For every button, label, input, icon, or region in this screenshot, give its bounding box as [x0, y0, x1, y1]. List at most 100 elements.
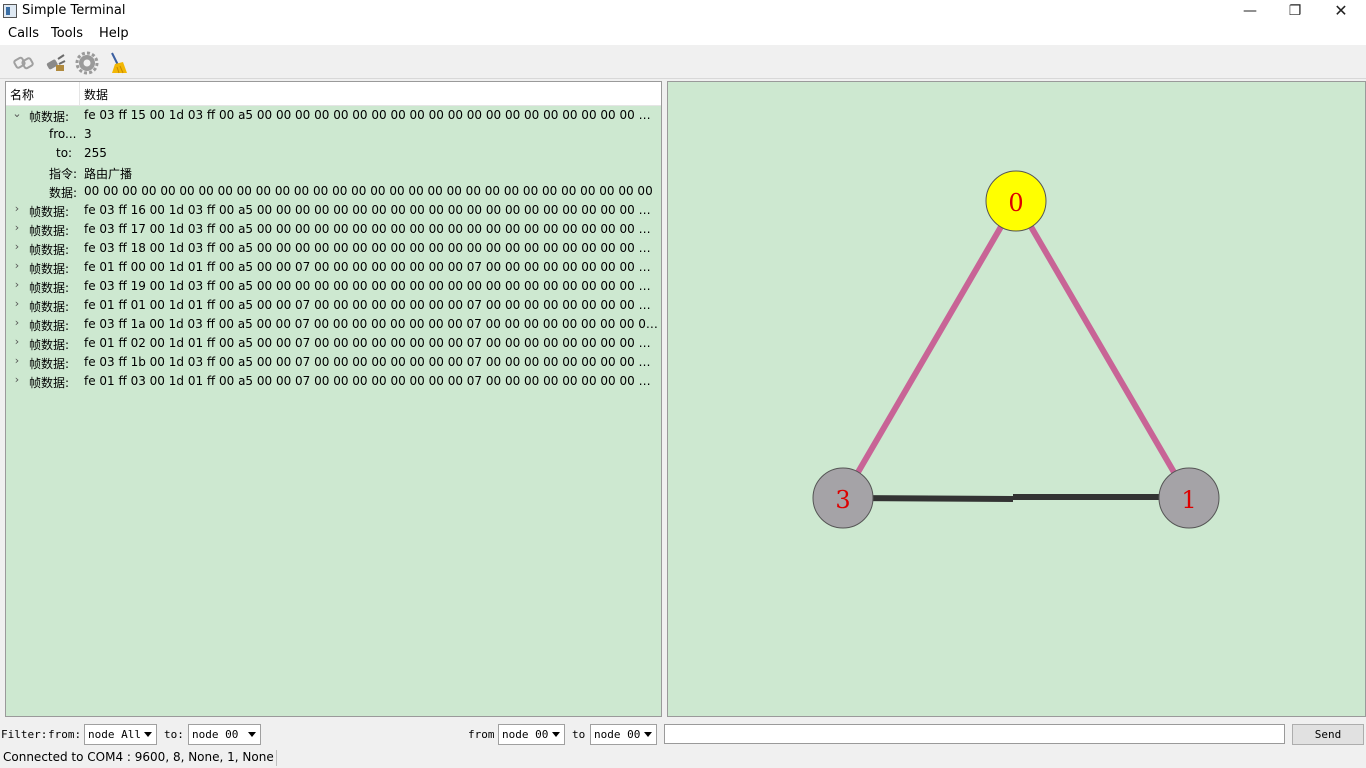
- tree-row[interactable]: › 帧数据: fe 03 ff 1a 00 1d 03 ff 00 a5 00 …: [6, 315, 661, 334]
- window-title: Simple Terminal: [22, 3, 126, 18]
- row-label: 帧数据:: [29, 357, 70, 371]
- app-icon: [3, 4, 17, 18]
- row-label: 帧数据:: [29, 376, 70, 390]
- tree-child-row[interactable]: 数据: 00 00 00 00 00 00 00 00 00 00 00 00 …: [6, 182, 661, 201]
- tree-row[interactable]: › 帧数据: fe 03 ff 19 00 1d 03 ff 00 a5 00 …: [6, 277, 661, 296]
- send-to-label: to: [572, 728, 586, 741]
- child-value: 00 00 00 00 00 00 00 00 00 00 00 00 00 0…: [84, 184, 653, 198]
- row-value: fe 03 ff 19 00 1d 03 ff 00 a5 00 00 00 0…: [84, 279, 658, 293]
- filter-from-value: node All: [88, 728, 141, 741]
- connect-icon[interactable]: [12, 51, 36, 75]
- chevron-right-icon[interactable]: ›: [11, 259, 23, 275]
- filter-label: Filter:: [1, 728, 48, 741]
- row-label: 帧数据:: [29, 262, 70, 276]
- send-from-label: from: [468, 728, 495, 741]
- send-to-value: node 00: [594, 728, 641, 741]
- send-button[interactable]: Send: [1292, 724, 1364, 745]
- column-separator: [79, 82, 80, 106]
- column-header-data[interactable]: 数据: [84, 86, 108, 103]
- tree-row-expanded[interactable]: ⌄ 帧数据: fe 03 ff 15 00 1d 03 ff 00 a5 00 …: [6, 106, 661, 125]
- node-0[interactable]: 0: [985, 170, 1047, 232]
- dropdown-arrow-icon: [552, 732, 560, 737]
- row-value: fe 03 ff 18 00 1d 03 ff 00 a5 00 00 00 0…: [84, 241, 658, 255]
- send-to-select[interactable]: node 00: [590, 724, 657, 745]
- clear-icon[interactable]: [106, 51, 130, 75]
- connection-status: Connected to COM4 : 9600, 8, None, 1, No…: [3, 750, 277, 766]
- filter-to-select[interactable]: node 00: [188, 724, 261, 745]
- child-label: to:: [56, 146, 73, 160]
- chevron-right-icon[interactable]: ›: [11, 297, 23, 313]
- row-label: 帧数据:: [29, 243, 70, 257]
- filter-to-value: node 00: [192, 728, 239, 741]
- tree-row[interactable]: › 帧数据: fe 01 ff 03 00 1d 01 ff 00 a5 00 …: [6, 372, 661, 391]
- tree-row[interactable]: › 帧数据: fe 03 ff 1b 00 1d 03 ff 00 a5 00 …: [6, 353, 661, 372]
- row-value: fe 01 ff 02 00 1d 01 ff 00 a5 00 00 07 0…: [84, 336, 658, 350]
- send-from-value: node 00: [502, 728, 549, 741]
- menu-tools[interactable]: Tools: [51, 26, 83, 41]
- tree-row[interactable]: › 帧数据: fe 01 ff 02 00 1d 01 ff 00 a5 00 …: [6, 334, 661, 353]
- filter-from-select[interactable]: node All: [84, 724, 157, 745]
- row-label: 帧数据:: [29, 338, 70, 352]
- menu-help[interactable]: Help: [99, 26, 129, 41]
- node-label: 1: [1181, 486, 1196, 514]
- close-button[interactable]: ✕: [1318, 0, 1364, 23]
- dropdown-arrow-icon: [644, 732, 652, 737]
- minimize-button[interactable]: —: [1227, 0, 1273, 23]
- row-label: 帧数据:: [29, 205, 70, 219]
- menu-bar: Calls Tools Help: [0, 23, 1366, 45]
- row-value: fe 01 ff 01 00 1d 01 ff 00 a5 00 00 07 0…: [84, 298, 658, 312]
- tree-row[interactable]: › 帧数据: fe 03 ff 17 00 1d 03 ff 00 a5 00 …: [6, 220, 661, 239]
- disconnect-icon[interactable]: [44, 51, 68, 75]
- row-label: 帧数据:: [29, 110, 70, 124]
- toolbar: [0, 45, 1366, 79]
- dropdown-arrow-icon: [248, 732, 256, 737]
- tree-row[interactable]: › 帧数据: fe 03 ff 18 00 1d 03 ff 00 a5 00 …: [6, 239, 661, 258]
- tree-child-row[interactable]: 指令: 路由广播: [6, 163, 661, 182]
- chevron-right-icon[interactable]: ›: [11, 316, 23, 332]
- child-label: 数据:: [49, 186, 78, 200]
- tree-row[interactable]: › 帧数据: fe 03 ff 16 00 1d 03 ff 00 a5 00 …: [6, 201, 661, 220]
- node-label: 0: [1008, 189, 1023, 217]
- control-bar: Filter: from: node All to: node 00 from …: [0, 718, 1366, 750]
- frame-tree[interactable]: 名称 数据 ⌄ 帧数据: fe 03 ff 15 00 1d 03 ff 00 …: [5, 81, 662, 717]
- title-bar: Simple Terminal — ❐ ✕: [0, 0, 1366, 23]
- child-value: 路由广播: [84, 167, 133, 181]
- row-label: 帧数据:: [29, 281, 70, 295]
- edge-0-3: [840, 199, 1019, 500]
- dropdown-arrow-icon: [144, 732, 152, 737]
- chevron-right-icon[interactable]: ›: [11, 278, 23, 294]
- chevron-right-icon[interactable]: ›: [11, 354, 23, 370]
- column-header-name[interactable]: 名称: [10, 86, 34, 103]
- send-from-select[interactable]: node 00: [498, 724, 565, 745]
- maximize-button[interactable]: ❐: [1272, 0, 1318, 23]
- settings-icon[interactable]: [75, 51, 99, 75]
- chevron-down-icon[interactable]: ⌄: [11, 107, 23, 123]
- node-3[interactable]: 3: [812, 467, 874, 529]
- chevron-right-icon[interactable]: ›: [11, 202, 23, 218]
- topology-graph: 0 1 3: [812, 170, 1220, 529]
- node-1[interactable]: 1: [1158, 467, 1220, 529]
- row-value: fe 03 ff 15 00 1d 03 ff 00 a5 00 00 00 0…: [84, 108, 658, 122]
- filter-from-label: from:: [48, 728, 82, 741]
- menu-calls[interactable]: Calls: [8, 26, 39, 41]
- row-label: 帧数据:: [29, 300, 70, 314]
- tree-row[interactable]: › 帧数据: fe 01 ff 01 00 1d 01 ff 00 a5 00 …: [6, 296, 661, 315]
- tree-header: 名称 数据: [6, 82, 661, 106]
- filter-to-label: to:: [164, 728, 184, 741]
- chevron-right-icon[interactable]: ›: [11, 240, 23, 256]
- row-label: 帧数据:: [29, 224, 70, 238]
- tree-child-row[interactable]: fro... 3: [6, 125, 661, 144]
- network-topology[interactable]: 0 1 3: [667, 81, 1366, 717]
- status-bar: Connected to COM4 : 9600, 8, None, 1, No…: [0, 750, 1366, 768]
- row-value: fe 03 ff 16 00 1d 03 ff 00 a5 00 00 00 0…: [84, 203, 658, 217]
- tree-child-row[interactable]: to: 255: [6, 144, 661, 163]
- command-input[interactable]: [664, 724, 1285, 744]
- child-label: 指令:: [49, 167, 78, 181]
- chevron-right-icon[interactable]: ›: [11, 373, 23, 389]
- edge-0-1: [1013, 199, 1192, 500]
- row-value: fe 01 ff 03 00 1d 01 ff 00 a5 00 00 07 0…: [84, 374, 658, 388]
- tree-row[interactable]: › 帧数据: fe 01 ff 00 00 1d 01 ff 00 a5 00 …: [6, 258, 661, 277]
- chevron-right-icon[interactable]: ›: [11, 335, 23, 351]
- row-value: fe 03 ff 17 00 1d 03 ff 00 a5 00 00 00 0…: [84, 222, 658, 236]
- chevron-right-icon[interactable]: ›: [11, 221, 23, 237]
